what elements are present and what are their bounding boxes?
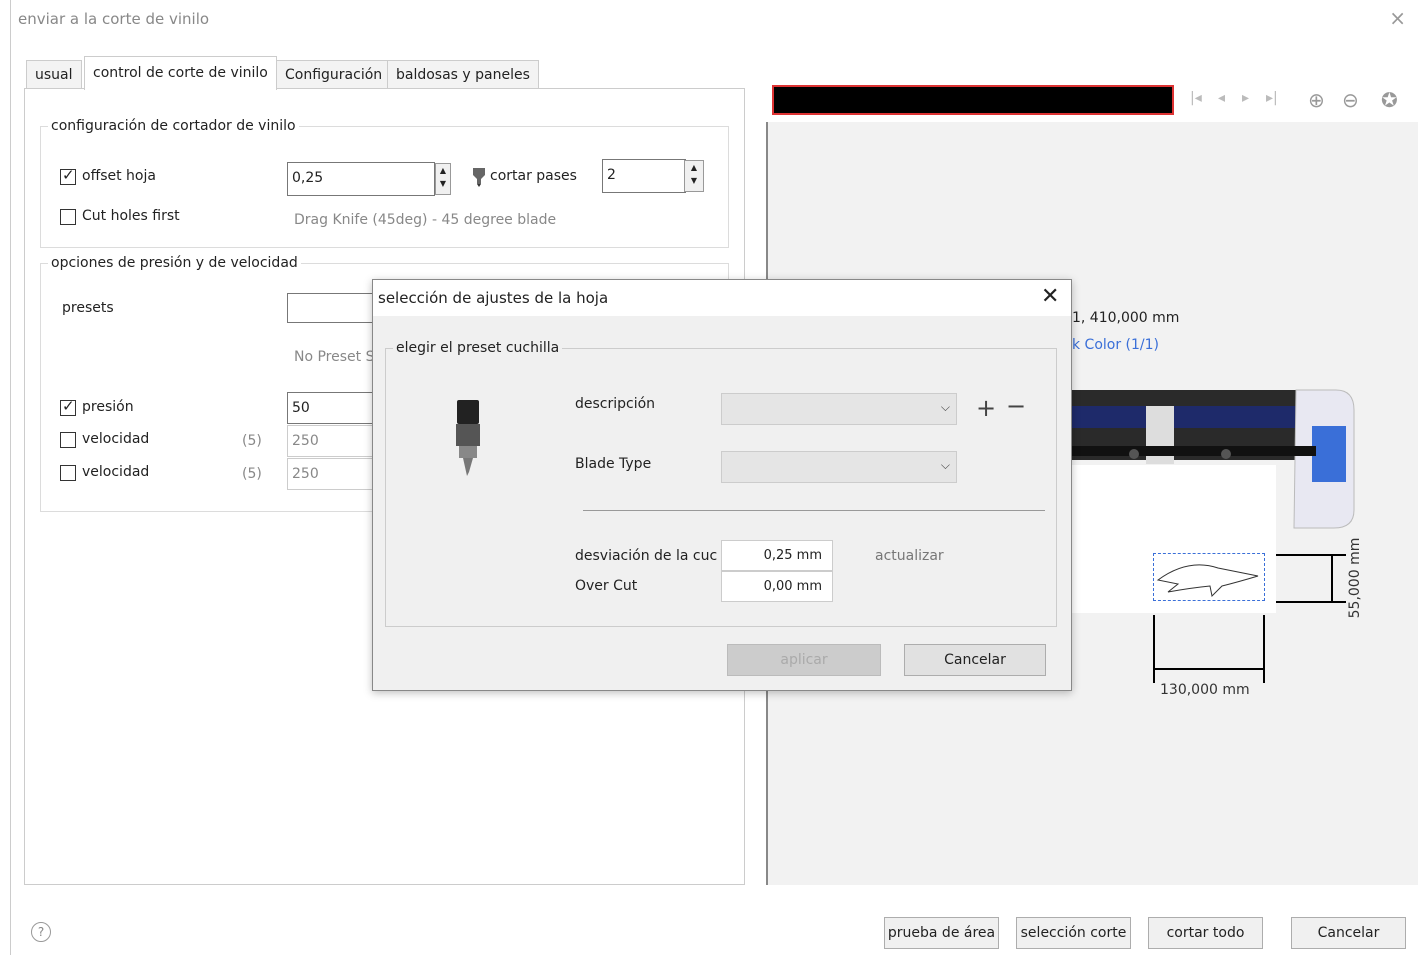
passes-spinner[interactable]: ▲ ▼: [684, 160, 704, 192]
overcut-label: Over Cut: [575, 578, 638, 594]
cutter-settings-legend: configuración de cortador de vinilo: [48, 118, 299, 134]
window-left-border: [10, 0, 11, 955]
dialog-close-icon[interactable]: ✕: [1041, 284, 1059, 309]
descripcion-label: descripción: [575, 396, 656, 412]
passes-input[interactable]: 2: [602, 159, 686, 193]
zoom-fit-icon[interactable]: ✪: [1381, 88, 1398, 112]
separator: [583, 510, 1045, 511]
chevron-down-icon: ⌵: [940, 400, 950, 414]
desviacion-label: desviación de la cuc: [575, 548, 718, 564]
actualizar-button[interactable]: actualizar: [875, 548, 944, 564]
zoom-in-icon[interactable]: ⊕: [1308, 88, 1325, 112]
velocidad1-checkbox[interactable]: [60, 432, 76, 448]
next-page-icon[interactable]: ▸: [1242, 90, 1249, 106]
window-title: enviar a la corte de vinilo: [18, 10, 210, 28]
aplicar-button[interactable]: aplicar: [727, 644, 881, 676]
offset-checkbox[interactable]: [60, 166, 76, 185]
width-dim-arrow: [1155, 668, 1263, 670]
add-preset-button[interactable]: +: [976, 394, 996, 422]
help-icon[interactable]: ?: [31, 922, 51, 942]
preview-name-bar: [772, 85, 1174, 115]
presion-checkbox[interactable]: [60, 397, 76, 416]
tab-baldosas[interactable]: baldosas y paneles: [387, 60, 539, 88]
blade-type-select[interactable]: ⌵: [721, 451, 957, 483]
prev-page-icon[interactable]: ◂: [1218, 90, 1225, 106]
velocidad2-label: velocidad: [82, 464, 150, 480]
passes-label: cortar pases: [490, 168, 577, 184]
width-dim-line-right: [1263, 615, 1265, 683]
tab-control-corte[interactable]: control de corte de vinilo: [84, 56, 277, 90]
width-dim-line-left: [1153, 615, 1155, 683]
blade-icon: [470, 166, 488, 188]
zoom-out-icon[interactable]: ⊖: [1342, 88, 1359, 112]
blade-preset-legend: elegir el preset cuchilla: [393, 340, 563, 356]
velocidad1-label: velocidad: [82, 431, 150, 447]
presion-label: presión: [82, 399, 134, 415]
cortar-todo-button[interactable]: cortar todo: [1148, 917, 1263, 949]
design-selection-box[interactable]: [1153, 553, 1265, 601]
no-preset-text: No Preset S: [294, 349, 375, 365]
width-dim-label: 130,000 mm: [1160, 682, 1250, 698]
height-dim-arrow: [1331, 556, 1333, 601]
tab-configuracion[interactable]: Configuración: [276, 60, 392, 88]
close-icon[interactable]: ×: [1389, 6, 1406, 30]
dolphin-shape: [1156, 564, 1259, 598]
dialog-title: selección de ajustes de la hoja: [378, 289, 609, 307]
preview-coords: 1, 410,000 mm: [1072, 310, 1180, 326]
tab-usual[interactable]: usual: [26, 60, 82, 88]
prueba-area-button[interactable]: prueba de área: [884, 917, 999, 949]
velocidad2-checkbox[interactable]: [60, 465, 76, 481]
blade-settings-dialog: selección de ajustes de la hoja ✕ elegir…: [372, 279, 1072, 691]
cut-holes-label: Cut holes first: [82, 208, 180, 224]
remove-preset-button[interactable]: −: [1006, 392, 1026, 420]
seleccion-corte-button[interactable]: selección corte: [1016, 917, 1131, 949]
chevron-down-icon: ⌵: [940, 458, 950, 472]
blade-holder-icon: [451, 400, 485, 476]
blade-type-label: Blade Type: [575, 456, 652, 472]
height-dim-line-top: [1276, 554, 1346, 556]
footer-cancel-button[interactable]: Cancelar: [1291, 917, 1406, 949]
desviacion-input[interactable]: 0,25 mm: [721, 540, 833, 571]
pressure-legend: opciones de presión y de velocidad: [48, 255, 301, 271]
blade-description: Drag Knife (45deg) - 45 degree blade: [294, 212, 557, 228]
height-dim-label: 55,000 mm: [1347, 537, 1363, 619]
preview-color-link[interactable]: k Color (1/1): [1072, 337, 1159, 353]
offset-label: offset hoja: [82, 168, 156, 184]
descripcion-select[interactable]: ⌵: [721, 393, 957, 425]
first-page-icon[interactable]: |◂: [1190, 90, 1202, 106]
offset-spinner[interactable]: ▲ ▼: [435, 163, 451, 195]
cut-holes-checkbox[interactable]: [60, 209, 76, 225]
last-page-icon[interactable]: ▸|: [1266, 90, 1278, 106]
height-dim-line-bottom: [1276, 601, 1346, 603]
velocidad2-count: (5): [242, 466, 262, 482]
presets-label: presets: [62, 300, 114, 316]
dialog-cancel-button[interactable]: Cancelar: [904, 644, 1046, 676]
velocidad1-count: (5): [242, 433, 262, 449]
offset-input[interactable]: 0,25: [287, 162, 435, 196]
overcut-input[interactable]: 0,00 mm: [721, 571, 833, 602]
